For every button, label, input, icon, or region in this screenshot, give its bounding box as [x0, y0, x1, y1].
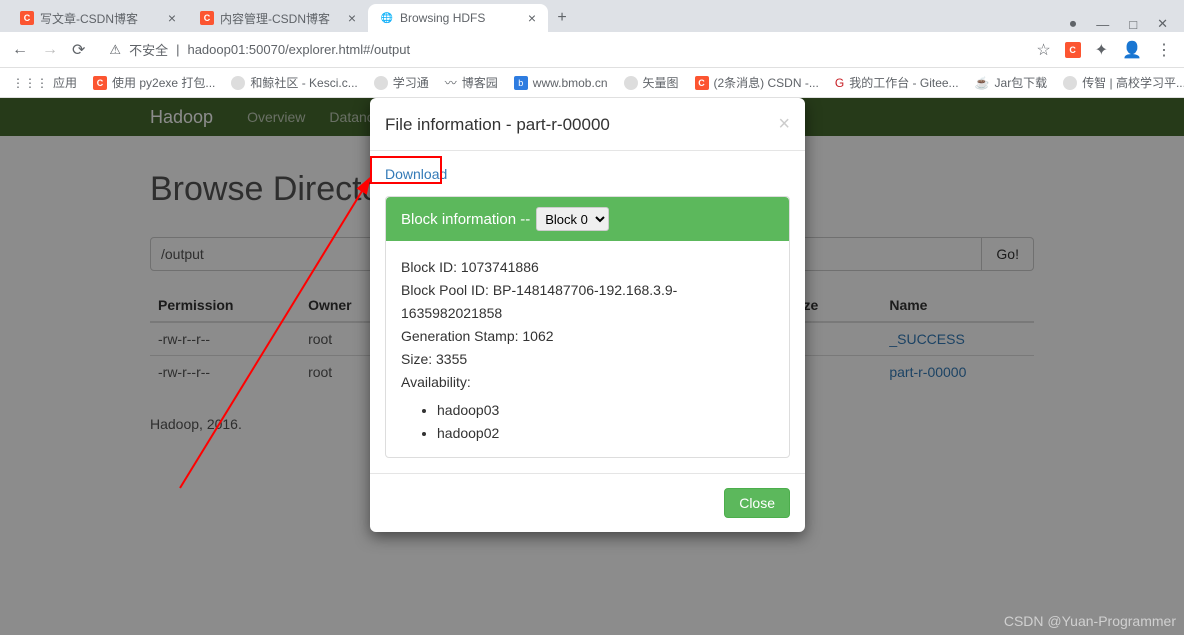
file-info-modal: File information - part-r-00000 × Downlo…	[370, 98, 805, 532]
block-id: Block ID: 1073741886	[401, 256, 774, 279]
download-link[interactable]: Download	[385, 166, 447, 182]
block-panel: Block information -- Block 0 Block ID: 1…	[385, 196, 790, 458]
reload-icon[interactable]: ⟳	[72, 40, 85, 60]
tab-title: 写文章-CSDN博客	[40, 10, 138, 27]
close-icon[interactable]: ×	[778, 113, 790, 136]
tab-hdfs[interactable]: 🌐 Browsing HDFS ×	[368, 4, 548, 32]
separator: |	[176, 42, 179, 57]
availability-label: Availability:	[401, 371, 774, 394]
bookmark-item[interactable]: 矢量图	[624, 74, 679, 91]
window-controls: ⏺ — □ ✕	[1070, 16, 1184, 32]
bookmark-item[interactable]: bwww.bmob.cn	[514, 76, 608, 90]
record-icon[interactable]: ⏺	[1070, 16, 1077, 32]
back-icon[interactable]: ←	[12, 41, 28, 59]
close-icon[interactable]: ×	[168, 10, 176, 26]
security-label: 不安全	[129, 40, 168, 59]
bookmark-item[interactable]: 和鲸社区 - Kesci.c...	[231, 74, 357, 91]
bookmark-item[interactable]: C(2条消息) CSDN -...	[695, 74, 819, 91]
node-item: hadoop03	[437, 399, 774, 422]
bookmark-item[interactable]: C使用 py2exe 打包...	[93, 74, 215, 91]
tab-title: 内容管理-CSDN博客	[220, 10, 330, 27]
address-bar: ← → ⟳ ⚠ 不安全 | hadoop01:50070/explorer.ht…	[0, 32, 1184, 68]
menu-icon[interactable]: ⋮	[1156, 40, 1172, 60]
apps-button[interactable]: ⋮⋮⋮ 应用	[12, 74, 77, 91]
bookmark-item[interactable]: 〰博客园	[445, 74, 498, 91]
profile-icon[interactable]: 👤	[1122, 40, 1142, 60]
bookmark-item[interactable]: ☕Jar包下载	[975, 74, 1048, 91]
star-icon[interactable]: ☆	[1036, 40, 1050, 60]
close-icon[interactable]: ×	[348, 10, 356, 26]
block-pool-id: Block Pool ID: BP-1481487706-192.168.3.9…	[401, 279, 774, 325]
tab-title: Browsing HDFS	[400, 11, 485, 25]
tab-csdn-manage[interactable]: C内容管理-CSDN博客×	[188, 4, 368, 32]
globe-icon: 🌐	[380, 11, 394, 25]
forward-icon[interactable]: →	[42, 41, 58, 59]
minimize-icon[interactable]: —	[1096, 17, 1109, 32]
tab-csdn-write[interactable]: C写文章-CSDN博客×	[8, 4, 188, 32]
browser-tab-strip: C写文章-CSDN博客× C内容管理-CSDN博客× 🌐Browsing HDF…	[0, 0, 1184, 32]
bookmark-item[interactable]: 传智 | 高校学习平...	[1063, 74, 1184, 91]
omnibox[interactable]: ⚠ 不安全 | hadoop01:50070/explorer.html#/ou…	[99, 40, 1022, 59]
panel-title: Block information --	[401, 211, 530, 228]
block-size: Size: 3355	[401, 348, 774, 371]
close-button[interactable]: Close	[724, 488, 790, 518]
bookmarks-bar: ⋮⋮⋮ 应用 C使用 py2exe 打包... 和鲸社区 - Kesci.c..…	[0, 68, 1184, 98]
close-window-icon[interactable]: ✕	[1157, 16, 1168, 32]
node-item: hadoop02	[437, 422, 774, 445]
new-tab-button[interactable]: +	[548, 4, 576, 32]
page-content: Hadoop Overview Datanodes Snapshot Start…	[0, 98, 1184, 635]
extensions-icon[interactable]: ✦	[1095, 40, 1108, 60]
watermark: CSDN @Yuan-Programmer	[1004, 613, 1176, 629]
bookmark-item[interactable]: 学习通	[374, 74, 429, 91]
bookmark-item[interactable]: G我的工作台 - Gitee...	[835, 74, 959, 91]
insecure-icon: ⚠	[109, 42, 121, 58]
maximize-icon[interactable]: □	[1129, 17, 1137, 32]
generation-stamp: Generation Stamp: 1062	[401, 325, 774, 348]
block-select[interactable]: Block 0	[536, 207, 609, 231]
url-text: hadoop01:50070/explorer.html#/output	[187, 42, 410, 57]
close-icon[interactable]: ×	[528, 10, 536, 26]
csdn-ext-icon[interactable]: C	[1065, 42, 1081, 58]
modal-title: File information - part-r-00000	[385, 115, 610, 135]
